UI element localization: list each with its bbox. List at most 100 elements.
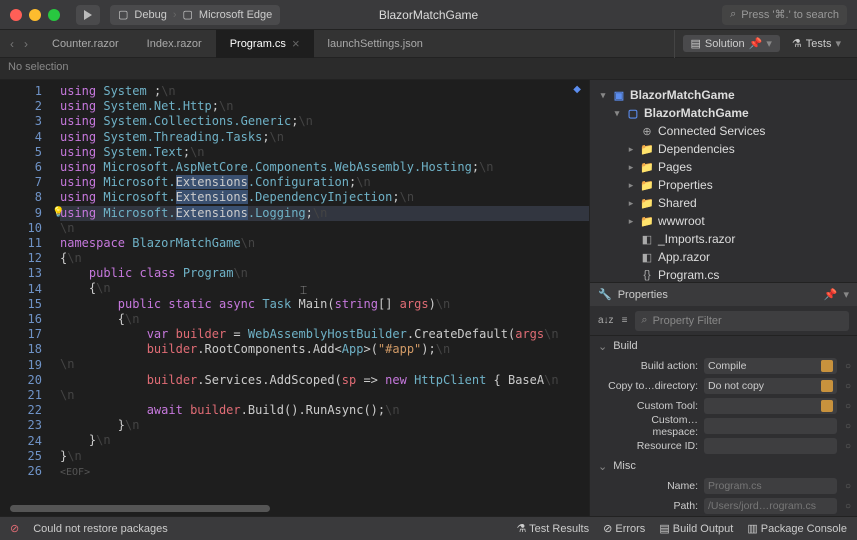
horizontal-scrollbar[interactable] (10, 505, 270, 512)
test-results-button[interactable]: ⚗ Test Results (516, 522, 589, 535)
close-window-button[interactable] (10, 9, 22, 21)
property-reset-button[interactable]: ○ (843, 421, 853, 432)
property-reset-button[interactable]: ○ (843, 481, 853, 492)
window-title: BlazorMatchGame (379, 8, 478, 22)
tab-label: launchSettings.json (328, 38, 423, 50)
tree-node-label: Dependencies (658, 142, 735, 156)
chevron-icon[interactable]: ▸ (626, 216, 636, 227)
chevron-down-icon[interactable]: ▾ (766, 37, 772, 50)
breadcrumb[interactable]: No selection (0, 58, 857, 80)
tree-item[interactable]: ▸📁Pages (590, 158, 857, 176)
chevron-down-icon[interactable]: ▾ (835, 37, 841, 50)
property-reset-button[interactable]: ○ (843, 361, 853, 372)
code-body[interactable]: using System ;\nusing System.Net.Http;\n… (60, 80, 589, 516)
tab-bar: ‹ › Counter.razor Index.razor Program.cs× l… (0, 30, 857, 58)
beaker-icon: ⚗ (792, 37, 802, 50)
status-error-message[interactable]: Could not restore packages (33, 523, 168, 535)
tree-item[interactable]: {}Program.cs (590, 266, 857, 282)
tree-node-label: BlazorMatchGame (630, 88, 735, 102)
lightbulb-icon[interactable]: 💡 (52, 207, 64, 218)
side-panel: ▾ ▣ BlazorMatchGame ▾ ▢ BlazorMatchGame ⊕Conne… (589, 80, 857, 516)
close-tab-icon[interactable]: × (292, 36, 300, 51)
chevron-icon[interactable]: ▸ (626, 198, 636, 209)
property-value-input[interactable] (704, 438, 837, 454)
sort-category-button[interactable]: ≡ (622, 315, 628, 326)
property-reset-button[interactable]: ○ (843, 401, 853, 412)
property-value-input[interactable] (704, 398, 837, 414)
editor-tab[interactable]: launchSettings.json (314, 30, 437, 58)
sort-alpha-button[interactable]: a↓z (598, 315, 614, 326)
property-reset-button[interactable]: ○ (843, 381, 853, 392)
property-row: Name: Program.cs ○ (590, 476, 857, 496)
tree-node-icon: 📁 (640, 161, 654, 174)
tree-item[interactable]: ◧App.razor (590, 248, 857, 266)
status-bar: ⊘ Could not restore packages ⚗ Test Resu… (0, 516, 857, 540)
property-group-header[interactable]: ⌄ Misc (590, 456, 857, 476)
properties-body: ⌄ BuildBuild action:Compile○Copy to…dire… (590, 336, 857, 516)
tests-tab[interactable]: ⚗ Tests ▾ (784, 35, 849, 52)
tree-node-icon: ▣ (612, 89, 626, 102)
tree-item[interactable]: ▾ ▣ BlazorMatchGame (590, 86, 857, 104)
tree-node-label: Shared (658, 196, 697, 210)
editor-tab[interactable]: Counter.razor (38, 30, 133, 58)
package-console-button[interactable]: ▥ Package Console (747, 522, 847, 535)
nav-forward-button[interactable]: › (24, 37, 28, 51)
tree-node-icon: ▢ (626, 107, 640, 120)
tree-node-label: BlazorMatchGame (644, 106, 749, 120)
tab-label: Index.razor (147, 38, 202, 50)
search-icon: ⌕ (641, 314, 647, 327)
errors-button[interactable]: ⊘ Errors (603, 522, 645, 535)
chevron-icon[interactable]: ▸ (626, 144, 636, 155)
tree-item[interactable]: ▸ 📁 Shared (590, 194, 857, 212)
global-search[interactable]: ⌕ Press '⌘.' to search (722, 5, 847, 25)
chevron-down-icon: ⌄ (598, 340, 607, 353)
tree-item[interactable]: ▾ ▢ BlazorMatchGame (590, 104, 857, 122)
chevron-icon[interactable]: ▾ (612, 108, 622, 119)
maximize-window-button[interactable] (48, 9, 60, 21)
property-filter-input[interactable]: ⌕ Property Filter (635, 311, 849, 331)
pin-icon[interactable]: 📌 (824, 288, 838, 301)
property-row: Custom Tool:○ (590, 396, 857, 416)
bookmark-diamond-icon[interactable]: ◆ (573, 84, 581, 95)
tree-node-label: Connected Services (658, 124, 765, 138)
tree-item[interactable]: ▸📁Dependencies (590, 140, 857, 158)
property-value-input[interactable]: Compile (704, 358, 837, 374)
run-config-selector[interactable]: ▢ Debug › ▢ Microsoft Edge (110, 5, 280, 25)
property-value-input[interactable]: /Users/jord…rogram.cs (704, 498, 837, 514)
minimize-window-button[interactable] (29, 9, 41, 21)
property-value-input[interactable]: Program.cs (704, 478, 837, 494)
error-icon[interactable]: ⊘ (10, 522, 19, 535)
property-label: Custom…mespace: (608, 414, 698, 438)
chevron-icon[interactable]: ▾ (598, 90, 608, 101)
chevron-icon[interactable]: ▸ (626, 162, 636, 173)
tree-node-icon: ◧ (640, 251, 654, 264)
solution-tab[interactable]: ▤ Solution 📌 ▾ (683, 35, 780, 52)
tree-node-icon: 📁 (640, 197, 654, 210)
tree-item[interactable]: ⊕Connected Services (590, 122, 857, 140)
properties-header: 🔧 Properties 📌 ▾ (590, 282, 857, 306)
property-value-input[interactable]: Do not copy (704, 378, 837, 394)
code-editor[interactable]: 1234567891011121314151617181920212223242… (0, 80, 589, 516)
solution-tree[interactable]: ▾ ▣ BlazorMatchGame ▾ ▢ BlazorMatchGame ⊕Conne… (590, 80, 857, 282)
tree-item[interactable]: ▸ 📁 wwwroot (590, 212, 857, 230)
property-reset-button[interactable]: ○ (843, 501, 853, 512)
build-output-button[interactable]: ▤ Build Output (659, 522, 733, 535)
pin-icon[interactable]: 📌 (749, 37, 763, 50)
property-reset-button[interactable]: ○ (843, 441, 853, 452)
editor-tab[interactable]: Program.cs× (216, 30, 314, 58)
tree-item[interactable]: ▸📁Properties (590, 176, 857, 194)
search-placeholder: Press '⌘.' to search (741, 8, 839, 21)
chevron-down-icon[interactable]: ▾ (843, 288, 849, 301)
property-label: Name: (608, 480, 698, 492)
property-value-input[interactable] (704, 418, 837, 434)
property-group-header[interactable]: ⌄ Build (590, 336, 857, 356)
property-label: Build action: (608, 360, 698, 372)
tree-node-label: wwwroot (658, 214, 705, 228)
nav-back-button[interactable]: ‹ (10, 37, 14, 51)
chevron-icon[interactable]: ▸ (626, 180, 636, 191)
run-button[interactable] (76, 5, 100, 25)
editor-tab[interactable]: Index.razor (133, 30, 216, 58)
solution-tab-label: Solution (705, 38, 745, 50)
tree-node-icon: 📁 (640, 215, 654, 228)
tree-item[interactable]: ◧_Imports.razor (590, 230, 857, 248)
